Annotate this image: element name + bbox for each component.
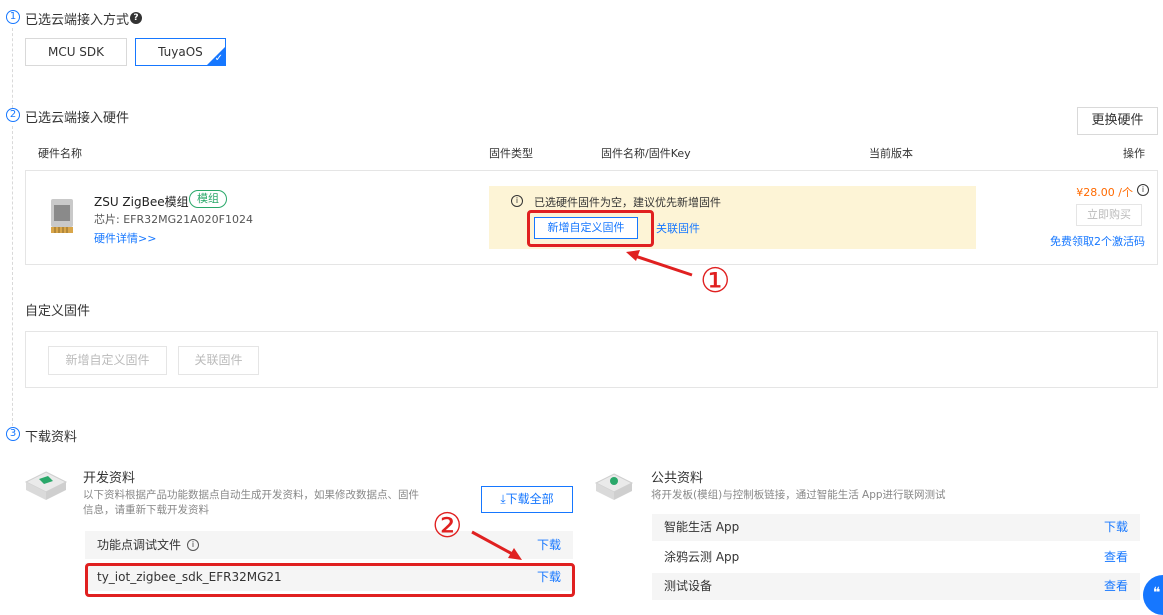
mode-tuyaos-button[interactable]: TuyaOS ✓ xyxy=(135,38,226,66)
dev-resources-title: 开发资料 xyxy=(83,471,136,486)
step-1-title: 已选云端接入方式 xyxy=(25,13,130,28)
mode-tuyaos-label: TuyaOS xyxy=(158,45,203,59)
price-info-icon[interactable]: i xyxy=(1137,184,1149,196)
col-action: 操作 xyxy=(1123,147,1145,160)
notice-text: 已选硬件固件为空，建议优先新增固件 xyxy=(534,196,721,209)
download-all-button[interactable]: ⤓下载全部 xyxy=(481,486,573,513)
custom-firmware-title: 自定义固件 xyxy=(25,304,91,319)
col-firmware-name: 固件名称/固件Key xyxy=(601,147,691,160)
public-resources-icon xyxy=(594,473,634,500)
hardware-detail-link[interactable]: 硬件详情>> xyxy=(94,230,156,246)
info-icon[interactable]: i xyxy=(187,539,199,551)
info-icon: i xyxy=(511,195,523,207)
step-connector xyxy=(12,28,13,108)
dev-resources-icon xyxy=(24,471,68,500)
price: ¥28.00 /个 xyxy=(1076,186,1133,199)
change-hardware-button[interactable]: 更换硬件 xyxy=(1077,107,1158,135)
view-link[interactable]: 查看 xyxy=(1104,544,1128,571)
col-firmware-type: 固件类型 xyxy=(489,147,533,160)
annotation-arrow xyxy=(471,530,522,560)
col-hardware-name: 硬件名称 xyxy=(38,147,82,160)
public-resources-title: 公共资料 xyxy=(651,471,704,486)
module-chip-icon xyxy=(51,199,73,233)
view-link[interactable]: 查看 xyxy=(1104,573,1128,600)
step-1-number: 1 xyxy=(6,10,20,24)
module-badge: 模组 xyxy=(189,190,227,208)
highlight-box xyxy=(527,210,654,247)
list-item: 测试设备 查看 xyxy=(652,573,1140,600)
floating-help-button[interactable]: ❝ xyxy=(1143,575,1163,615)
mode-mcu-sdk-button[interactable]: MCU SDK xyxy=(25,38,127,66)
annotation-number-2: ② xyxy=(432,506,463,546)
public-resources-desc: 将开发板(模组)与控制板链接，通过智能生活 App进行联网测试 xyxy=(651,489,946,501)
buy-now-button[interactable]: 立即购买 xyxy=(1076,204,1142,226)
list-item: 智能生活 App 下载 xyxy=(652,514,1140,541)
annotation-arrow xyxy=(626,250,693,277)
chip-model: 芯片: EFR32MG21A020F1024 xyxy=(94,213,253,226)
step-3-title: 下载资料 xyxy=(25,430,78,445)
col-current-version: 当前版本 xyxy=(869,147,913,160)
check-icon: ✓ xyxy=(214,53,223,64)
annotation-number-1: ① xyxy=(700,261,731,301)
link-firmware-link[interactable]: 关联固件 xyxy=(656,220,700,236)
smart-life-app-label: 智能生活 App xyxy=(664,520,740,534)
download-link[interactable]: 下载 xyxy=(1104,514,1128,541)
hardware-name: ZSU ZigBee模组 xyxy=(94,195,189,209)
download-link[interactable]: 下载 xyxy=(537,531,561,559)
step-2-title: 已选云端接入硬件 xyxy=(25,111,130,126)
chat-icon: ❝ xyxy=(1153,585,1161,601)
dev-resources-desc-line1: 以下资料根据产品功能数据点自动生成开发资料，如果修改数据点、固件 xyxy=(83,489,419,501)
dev-resources-desc-line2: 信息，请重新下载开发资料 xyxy=(83,504,209,516)
tuya-cloud-test-app-label: 涂鸦云测 App xyxy=(664,550,740,564)
help-icon[interactable]: ? xyxy=(130,12,142,24)
link-firmware-button-disabled[interactable]: 关联固件 xyxy=(178,346,259,375)
add-custom-firmware-button-disabled[interactable]: 新增自定义固件 xyxy=(48,346,167,375)
custom-firmware-card: 新增自定义固件 关联固件 xyxy=(25,331,1158,388)
debug-file-label: 功能点调试文件 xyxy=(97,538,182,552)
step-2-number: 2 xyxy=(6,108,20,122)
download-all-label: 下载全部 xyxy=(505,492,554,506)
list-item: 涂鸦云测 App 查看 xyxy=(652,544,1140,571)
free-activation-link[interactable]: 免费领取2个激活码 xyxy=(1050,233,1145,249)
highlight-box xyxy=(85,563,575,597)
test-device-label: 测试设备 xyxy=(664,579,713,593)
step-connector xyxy=(12,126,13,426)
step-3-number: 3 xyxy=(6,427,20,441)
